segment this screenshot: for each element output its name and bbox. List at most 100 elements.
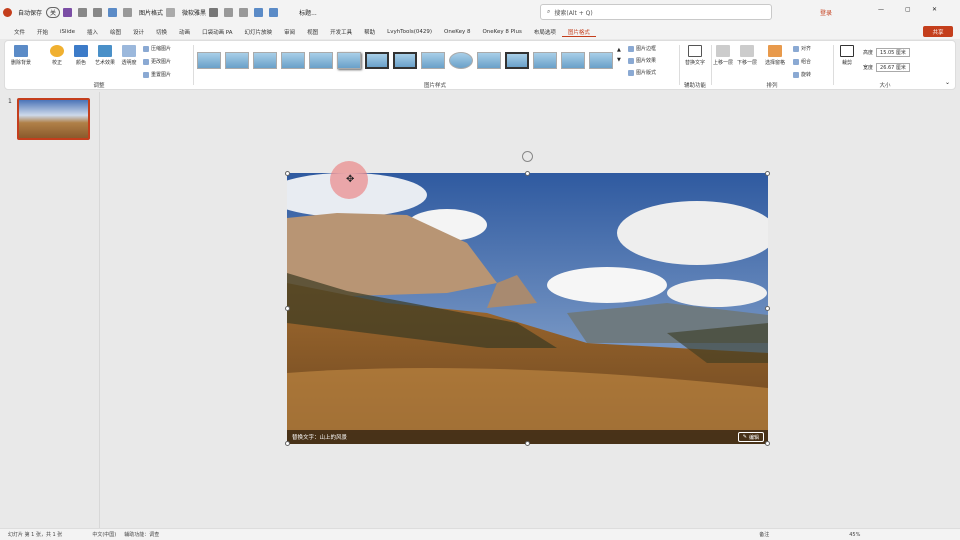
shapes-icon[interactable] <box>123 8 133 17</box>
bold-icon[interactable] <box>209 8 219 17</box>
title-bar: 自动保存 关 图片格式 微软雅黑 标题... <box>0 0 960 25</box>
resize-handle-bl[interactable] <box>285 441 290 446</box>
transparency-button[interactable]: 透明度 <box>119 45 139 66</box>
picture-format-button[interactable]: 图片格式 <box>139 8 163 17</box>
resize-handle-ml[interactable] <box>285 306 290 311</box>
change-picture-button[interactable]: 更改图片 <box>143 58 171 65</box>
alt-text-button[interactable]: 替换文字 <box>685 45 705 66</box>
edit-alt-text-button[interactable]: ✎ 编辑 <box>737 432 764 442</box>
tab-11[interactable]: 视图 <box>301 28 324 36</box>
format-painter-icon[interactable] <box>166 8 176 17</box>
grid-icon[interactable] <box>269 8 279 17</box>
language[interactable]: 中文(中国) <box>92 531 116 538</box>
alt-text-caption-text: 替换文字：山上的风景 <box>292 435 348 441</box>
resize-handle-tr[interactable] <box>765 171 770 176</box>
pencil-icon: ✎ <box>742 434 747 440</box>
table-icon[interactable] <box>239 8 249 17</box>
picture-layout-button[interactable]: 图片版式 <box>628 69 656 76</box>
crop-button[interactable]: 裁剪 <box>837 45 857 66</box>
color-button[interactable]: 颜色 <box>71 45 91 66</box>
tab-15[interactable]: OneKey 8 <box>438 29 476 35</box>
resize-handle-tl[interactable] <box>285 171 290 176</box>
tab-3[interactable]: 插入 <box>81 28 104 36</box>
tab-4[interactable]: 绘图 <box>104 28 127 36</box>
remove-background-button[interactable]: 删除背景 <box>11 45 31 66</box>
chart-icon[interactable] <box>254 8 264 17</box>
resize-handle-mr[interactable] <box>765 306 770 311</box>
send-backward-icon <box>740 45 754 57</box>
tab-18[interactable]: 图片格式 <box>561 28 596 37</box>
picture-icon[interactable] <box>108 8 118 17</box>
send-backward-button[interactable]: 下移一层 <box>737 45 757 66</box>
height-field[interactable]: 高度 15.05 厘米 <box>863 48 910 57</box>
bring-forward-button[interactable]: 上移一层 <box>713 45 733 66</box>
account-warning[interactable]: 登录 <box>820 8 832 17</box>
app-logo-icon <box>3 8 12 17</box>
width-value[interactable]: 26.67 厘米 <box>876 63 910 72</box>
autosave-toggle[interactable]: 关 <box>46 7 61 18</box>
undo-icon[interactable] <box>78 8 88 17</box>
tab-17[interactable]: 布局选项 <box>528 28 562 36</box>
accessibility-group: 替换文字 辅助功能 <box>681 43 709 89</box>
maximize-icon[interactable]: ▢ <box>905 6 911 13</box>
slide-thumbnail[interactable] <box>17 98 90 140</box>
tab-6[interactable]: 切换 <box>150 28 173 36</box>
resize-handle-bc[interactable] <box>525 441 530 446</box>
picture-border-button[interactable]: 图片边框 <box>628 45 656 52</box>
align-icon[interactable] <box>224 8 234 17</box>
layout-icon <box>628 69 634 76</box>
tab-1[interactable]: 开始 <box>31 28 54 36</box>
tab-9[interactable]: 幻灯片放映 <box>239 28 279 36</box>
close-icon[interactable]: ✕ <box>932 6 937 13</box>
redo-icon[interactable] <box>93 8 103 17</box>
bring-forward-icon <box>716 45 730 57</box>
width-field[interactable]: 宽度 26.67 厘米 <box>863 63 910 72</box>
share-button[interactable]: 共享 <box>923 26 953 37</box>
corrections-button[interactable]: 校正 <box>47 45 67 66</box>
tab-10[interactable]: 审阅 <box>278 28 301 36</box>
minimize-icon[interactable]: — <box>878 6 884 13</box>
gallery-scroll-up-icon[interactable]: ▲ <box>617 47 621 53</box>
art-effects-button[interactable]: 艺术效果 <box>95 45 115 66</box>
tab-16[interactable]: OneKey 8 Plus <box>476 29 527 35</box>
tab-0[interactable]: 文件 <box>8 28 31 36</box>
height-value[interactable]: 15.05 厘米 <box>876 48 910 57</box>
group-icon <box>793 58 799 65</box>
reset-picture-button[interactable]: 重置图片 <box>143 71 171 78</box>
font-name[interactable]: 微软雅黑 <box>182 8 206 17</box>
resize-handle-tc[interactable] <box>525 171 530 176</box>
notes-button[interactable]: 备注 <box>759 531 769 538</box>
search-placeholder: 搜索(Alt + Q) <box>554 9 593 17</box>
border-icon <box>628 45 634 52</box>
color-icon <box>74 45 88 57</box>
tab-7[interactable]: 动画 <box>173 28 196 36</box>
adjust-group-label: 调整 <box>93 83 105 89</box>
rotate-button[interactable]: 旋转 <box>793 71 811 78</box>
tab-13[interactable]: 帮助 <box>358 28 381 36</box>
selection-pane-icon <box>768 45 782 57</box>
selected-picture[interactable]: 替换文字：山上的风景 ✎ 编辑 <box>287 173 768 444</box>
compress-pictures-button[interactable]: 压缩图片 <box>143 45 171 52</box>
tab-5[interactable]: 设计 <box>127 28 150 36</box>
remove-background-icon <box>14 45 28 57</box>
gallery-scroll-down-icon[interactable]: ▼ <box>617 57 621 63</box>
selection-pane-button[interactable]: 选择窗格 <box>765 45 785 66</box>
align-button[interactable]: 对齐 <box>793 45 811 52</box>
group-button[interactable]: 组合 <box>793 58 811 65</box>
collapse-ribbon-icon[interactable]: ⌄ <box>945 79 950 86</box>
save-icon[interactable] <box>63 8 73 17</box>
transparency-icon <box>122 45 136 57</box>
zoom-level[interactable]: 45% <box>849 532 860 538</box>
resize-handle-br[interactable] <box>765 441 770 446</box>
picture-effects-button[interactable]: 图片效果 <box>628 57 656 64</box>
tab-2[interactable]: iSlide <box>54 29 81 35</box>
accessibility-status[interactable]: 辅助功能：调查 <box>124 531 159 538</box>
picture-styles-label: 图片样式 <box>423 83 446 89</box>
title-button[interactable]: 标题... <box>299 8 317 17</box>
search-box[interactable]: ⌕ 搜索(Alt + Q) <box>540 4 772 20</box>
tab-8[interactable]: 口袋动画 PA <box>196 28 238 36</box>
compress-icon <box>143 45 149 52</box>
tab-12[interactable]: 开发工具 <box>324 28 358 36</box>
tab-14[interactable]: LvyhTools(0429) <box>381 29 438 35</box>
rotate-handle-icon[interactable] <box>522 151 533 162</box>
